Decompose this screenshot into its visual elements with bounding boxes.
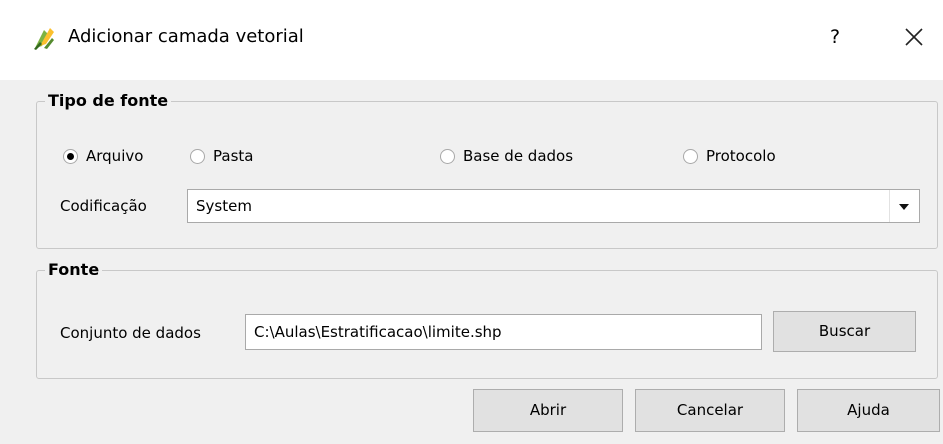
window-title: Adicionar camada vetorial: [68, 26, 304, 47]
close-icon[interactable]: [897, 20, 931, 54]
radio-label: Pasta: [213, 147, 254, 165]
radio-base-de-dados[interactable]: Base de dados: [440, 147, 573, 165]
radio-label: Protocolo: [706, 147, 776, 165]
title-bar: Adicionar camada vetorial ?: [0, 0, 943, 80]
radio-indicator[interactable]: [190, 148, 205, 164]
radio-pasta[interactable]: Pasta: [190, 147, 253, 165]
radio-label: Arquivo: [86, 147, 144, 165]
dataset-label: Conjunto de dados: [60, 324, 201, 342]
dataset-path-value: C:\Aulas\Estratificacao\limite.shp: [254, 323, 502, 341]
cancel-button[interactable]: Cancelar: [635, 389, 785, 432]
radio-label: Base de dados: [463, 147, 574, 165]
help-title-button[interactable]: ?: [820, 22, 850, 52]
encoding-value: System: [196, 197, 252, 215]
open-button[interactable]: Abrir: [473, 389, 623, 432]
encoding-select[interactable]: System: [187, 189, 920, 223]
chevron-down-icon[interactable]: [889, 190, 919, 222]
open-button-label: Abrir: [529, 401, 567, 419]
radio-indicator[interactable]: [63, 148, 78, 164]
radio-protocolo[interactable]: Protocolo: [683, 147, 776, 165]
qgis-icon: [30, 24, 58, 52]
source-type-group: Tipo de fonte: [36, 91, 938, 249]
source-type-title: Tipo de fonte: [45, 91, 172, 110]
radio-indicator[interactable]: [440, 148, 455, 164]
help-button[interactable]: Ajuda: [797, 389, 940, 432]
dataset-path-input[interactable]: C:\Aulas\Estratificacao\limite.shp: [245, 314, 762, 350]
browse-button[interactable]: Buscar: [773, 311, 916, 352]
encoding-label: Codificação: [60, 197, 147, 215]
radio-arquivo[interactable]: Arquivo: [63, 147, 143, 165]
browse-button-label: Buscar: [818, 322, 871, 340]
help-button-label: Ajuda: [847, 401, 890, 419]
source-title: Fonte: [45, 260, 103, 279]
radio-indicator[interactable]: [683, 148, 698, 164]
cancel-button-label: Cancelar: [676, 401, 744, 419]
